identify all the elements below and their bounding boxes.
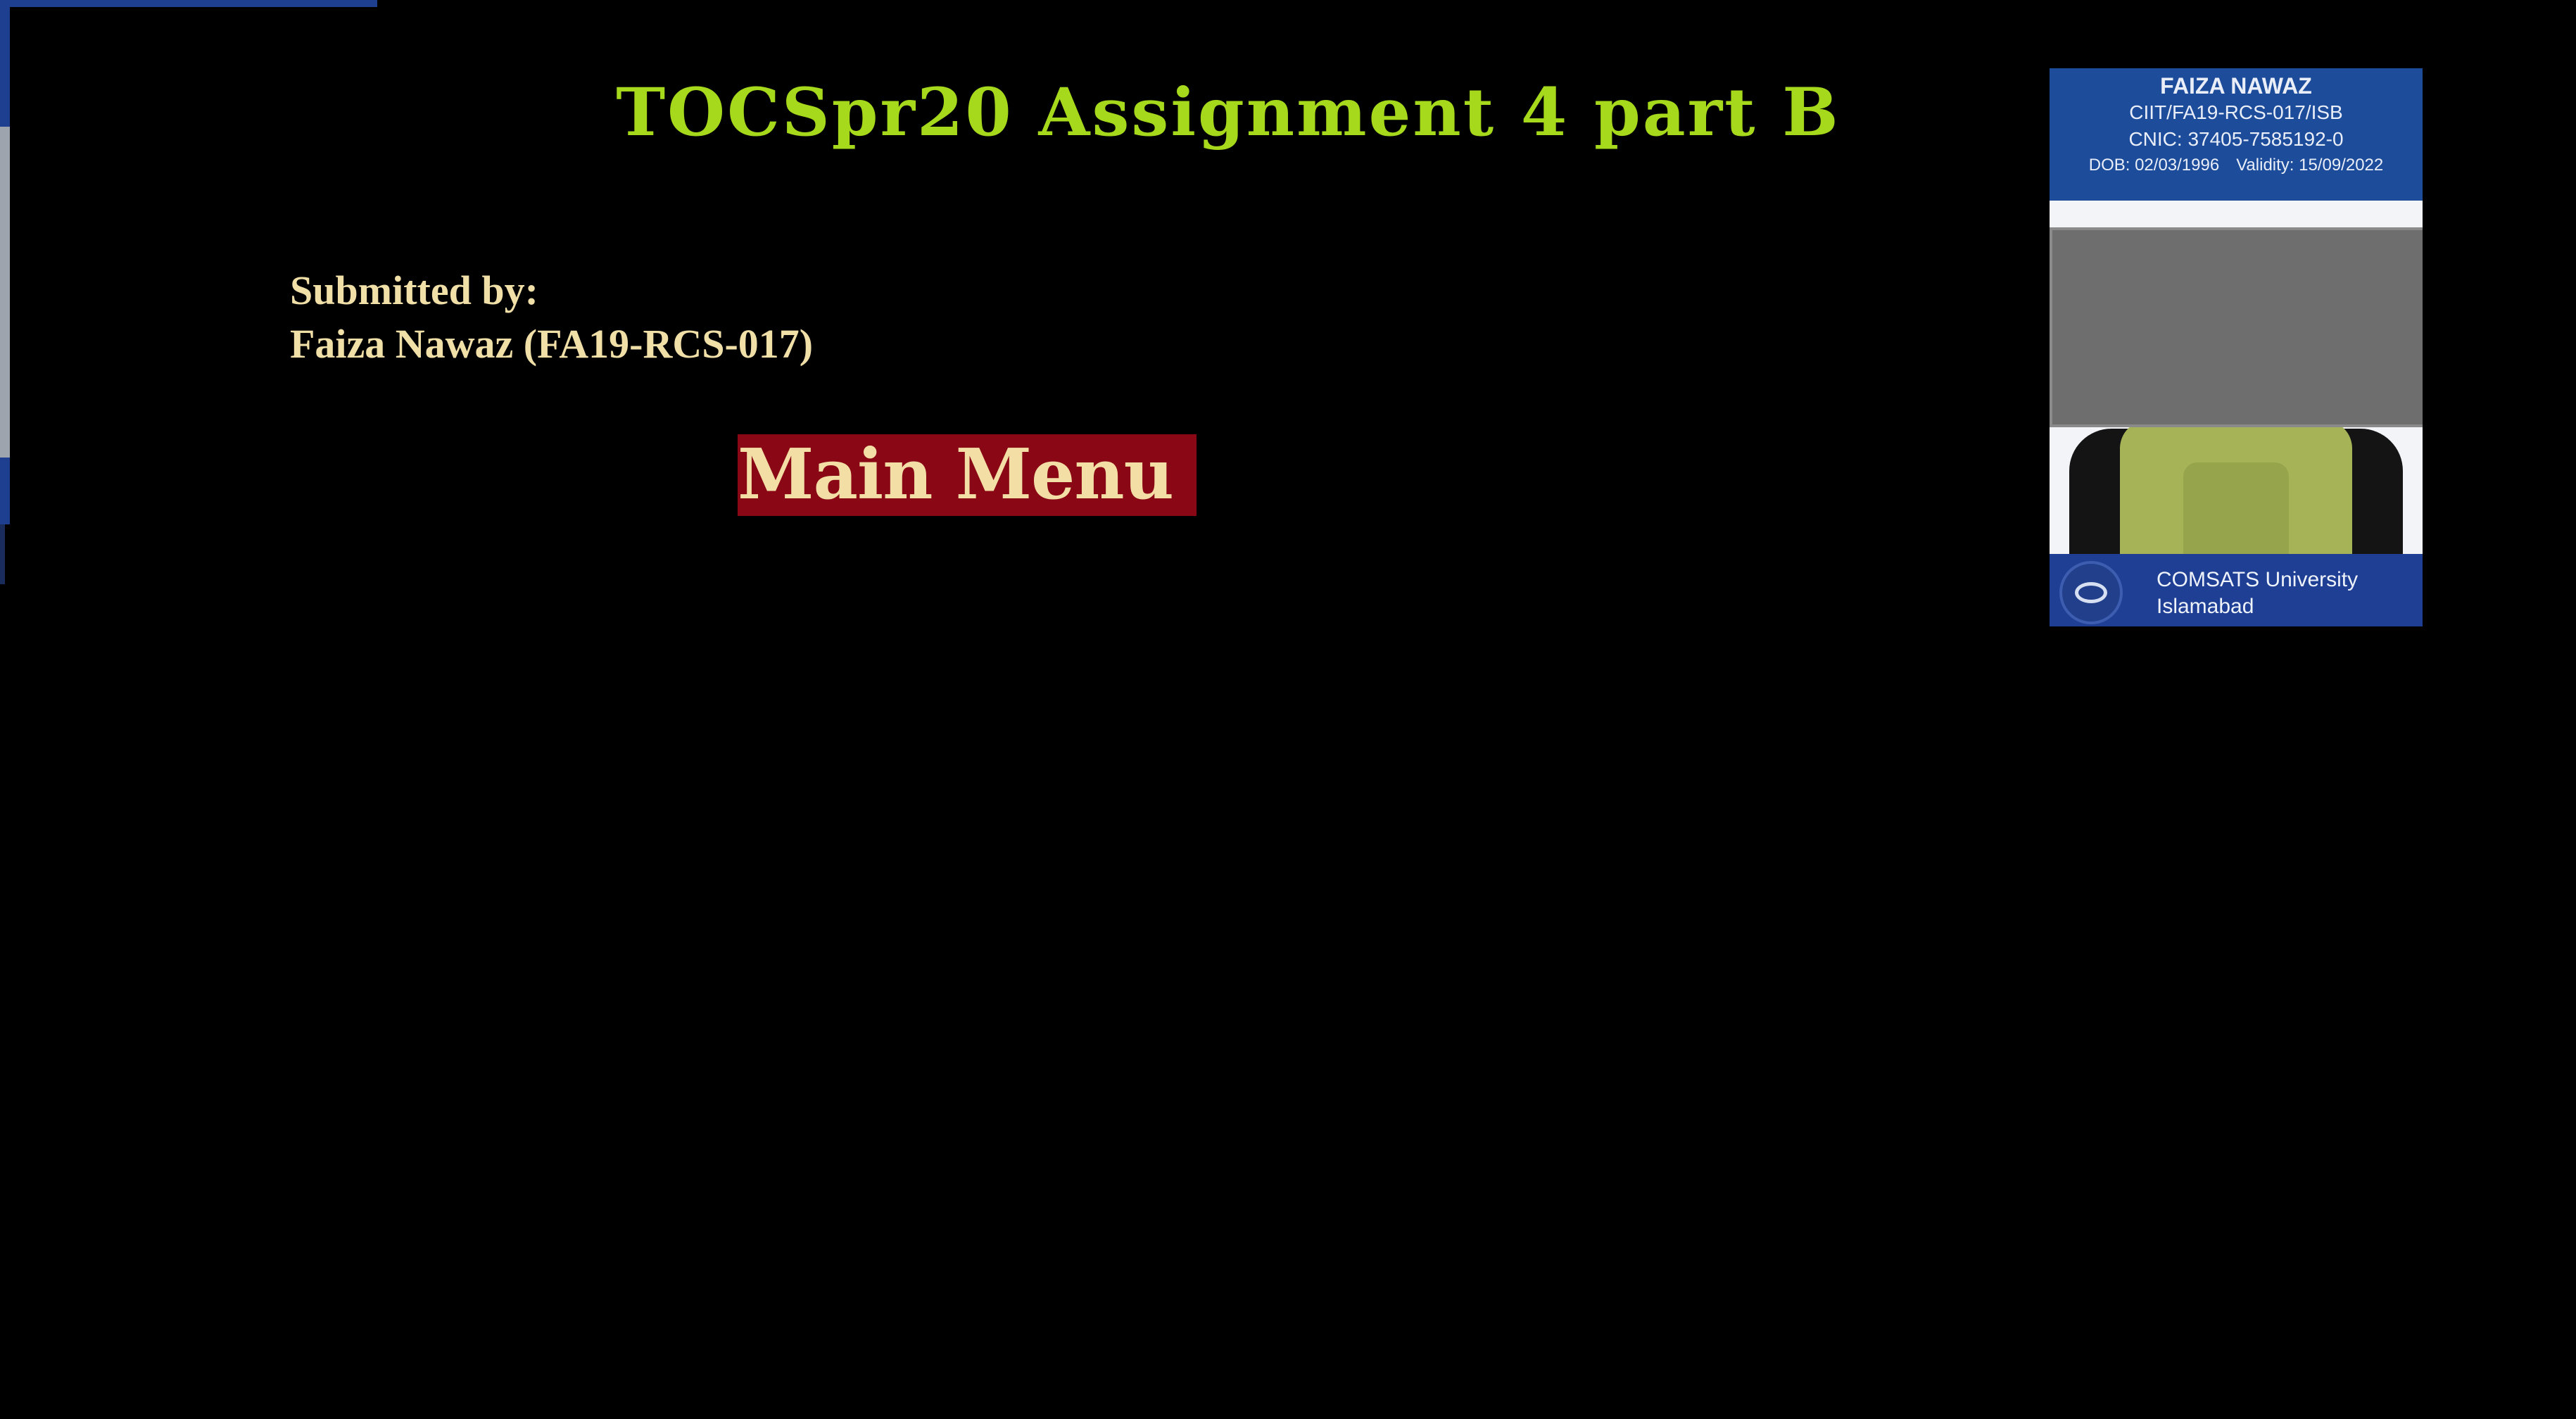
id-card-dates: DOB: 02/03/1996 Validity: 15/09/2022 [2050, 153, 2423, 178]
id-card-name: FAIZA NAWAZ [2160, 73, 2312, 99]
id-card-registration: CIIT/FA19-RCS-017/ISB [2129, 101, 2343, 123]
student-id-card: FAIZA NAWAZ CIIT/FA19-RCS-017/ISB CNIC: … [2050, 68, 2423, 626]
university-logo-icon [2059, 561, 2123, 624]
university-name: COMSATS University Islamabad [2157, 567, 2358, 620]
university-name-line2: Islamabad [2157, 595, 2254, 618]
id-card-header: FAIZA NAWAZ CIIT/FA19-RCS-017/ISB CNIC: … [2050, 68, 2423, 201]
university-name-line1: COMSATS University [2157, 568, 2359, 591]
window-edge-bar-dark [0, 524, 5, 584]
window-edge-bar-grey [0, 127, 10, 458]
window-edge-strip [0, 0, 377, 7]
submitted-by-label: Submitted by: [290, 267, 538, 313]
submission-info: Submitted by: Faiza Nawaz (FA19-RCS-017) [290, 264, 813, 371]
main-menu-button[interactable]: Main Menu [738, 434, 1197, 516]
id-card-cnic: CNIC: 37405-7585192-0 [2128, 128, 2344, 150]
author-name: Faiza Nawaz (FA19-RCS-017) [290, 321, 814, 367]
id-card-dob: DOB: 02/03/1996 [2088, 156, 2220, 175]
id-card-footer: COMSATS University Islamabad [2050, 554, 2423, 626]
id-card-validity: Validity: 15/09/2022 [2236, 156, 2384, 175]
photo-redaction-box [2050, 227, 2423, 427]
